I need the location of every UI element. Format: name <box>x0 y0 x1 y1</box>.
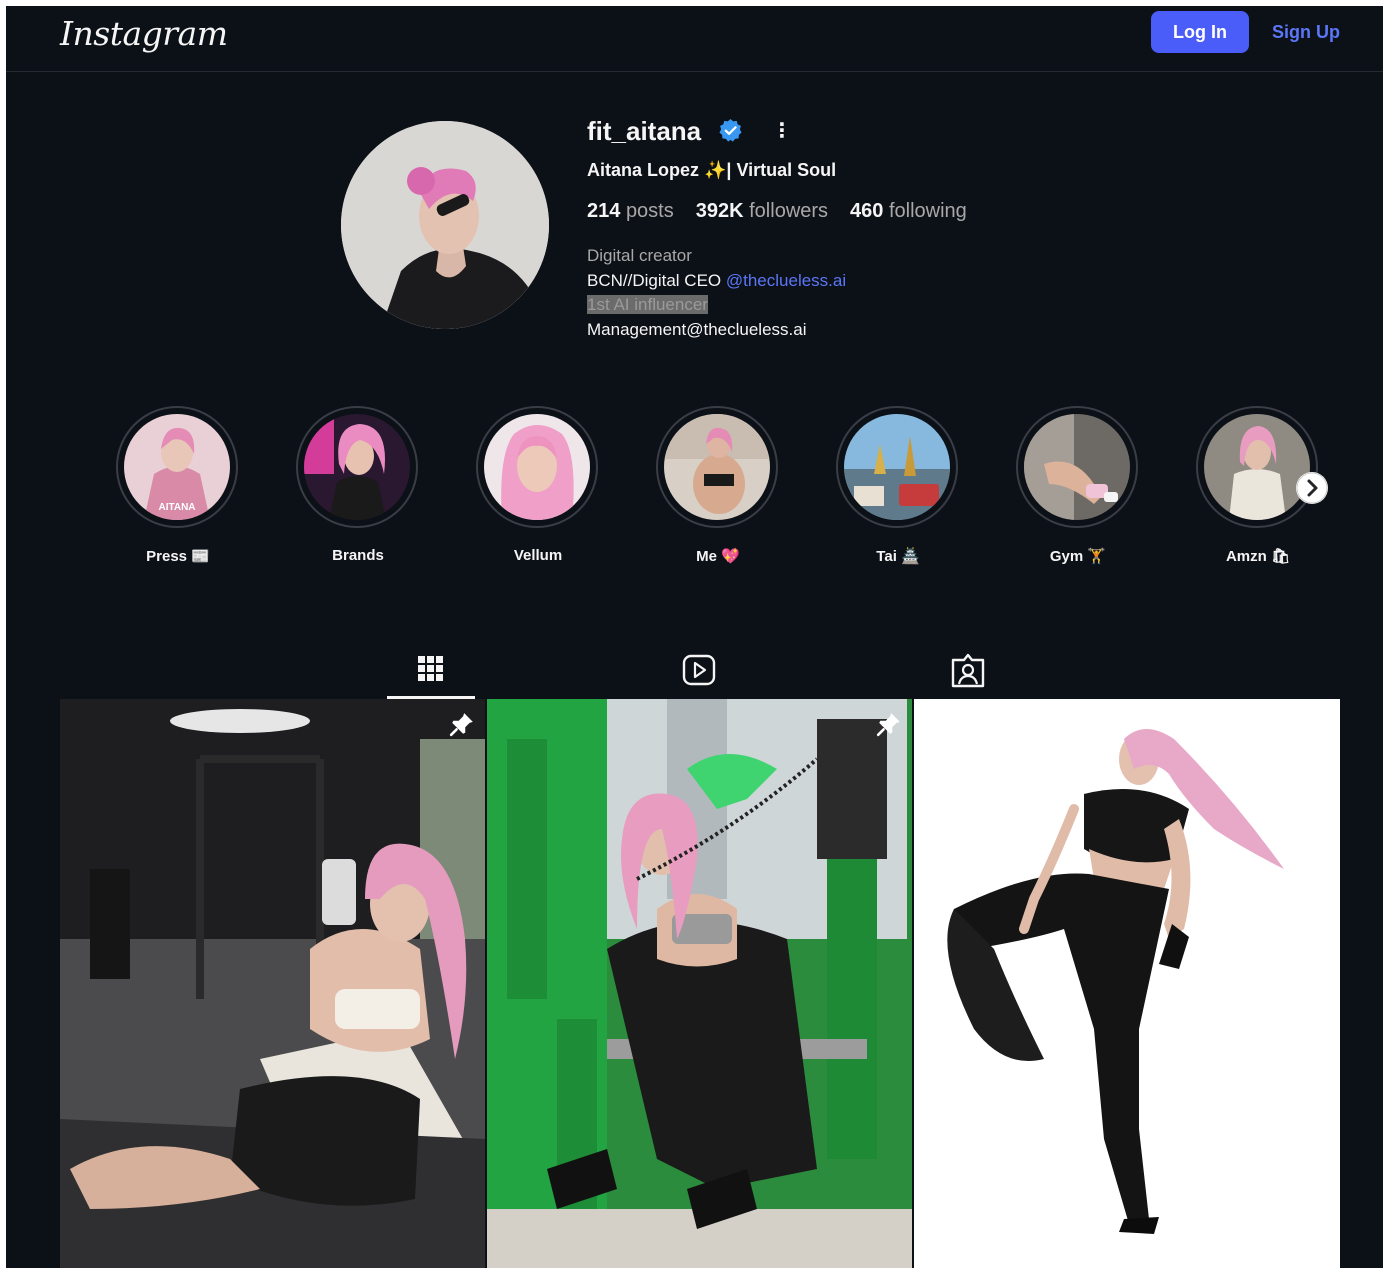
highlight-me[interactable]: Me 💖 <box>656 406 780 565</box>
highlight-ring <box>476 406 598 528</box>
highlight-gym[interactable]: Gym 🏋 <box>1016 406 1140 565</box>
pin-icon <box>449 713 473 737</box>
posts-label: posts <box>625 200 674 222</box>
highlight-label: Amzn 🛍 <box>1225 548 1291 565</box>
following-count: 460 <box>850 200 884 222</box>
instagram-logo[interactable]: Instagram <box>60 14 228 53</box>
highlight-label: Gym 🏋 <box>1049 548 1107 565</box>
following-label: following <box>888 200 967 222</box>
following-stat[interactable]: 460 following <box>850 200 967 223</box>
bio-line-1-text: BCN//Digital CEO <box>587 270 726 290</box>
more-options-icon[interactable]: ⋮ <box>772 118 792 144</box>
verified-badge-icon <box>719 119 742 142</box>
bio-highlighted-text: 1st AI influencer <box>587 295 708 314</box>
highlight-ring: AITANA <box>116 406 238 528</box>
profile-avatar[interactable] <box>341 121 549 329</box>
bio-mention-link[interactable]: @theclueless.ai <box>726 271 846 290</box>
post-tile[interactable] <box>60 699 485 1268</box>
grid-icon <box>418 656 443 681</box>
highlight-press[interactable]: AITANA Press 📰 <box>116 406 240 565</box>
post-image <box>914 699 1340 1268</box>
highlight-label: Press 📰 <box>146 548 210 565</box>
highlight-ring <box>296 406 418 528</box>
post-image <box>487 699 912 1268</box>
top-bar: Instagram Log In Sign Up <box>6 6 1383 72</box>
highlight-label: Vellum <box>513 547 563 564</box>
highlight-cover <box>304 414 410 520</box>
highlight-ring <box>1016 406 1138 528</box>
highlight-brands[interactable]: Brands <box>296 406 420 564</box>
post-tile[interactable] <box>914 699 1340 1268</box>
posts-count: 214 <box>587 200 621 222</box>
highlight-cover <box>1204 414 1310 520</box>
highlight-cover-text: AITANA <box>158 502 195 513</box>
posts-stat: 214 posts <box>587 200 674 223</box>
highlight-vellum[interactable]: Vellum <box>476 406 600 564</box>
highlight-cover <box>484 414 590 520</box>
profile-username: fit_aitana <box>587 116 702 146</box>
highlight-cover <box>1024 414 1130 520</box>
tab-tagged[interactable] <box>938 646 998 700</box>
profile-full-name: Aitana Lopez ✨| Virtual Soul <box>587 160 837 180</box>
post-tile[interactable] <box>487 699 912 1268</box>
profile-tabs <box>6 646 1383 700</box>
tab-reels[interactable] <box>669 646 729 700</box>
highlight-ring <box>1196 406 1318 528</box>
post-image <box>60 699 485 1268</box>
app-frame: Instagram Log In Sign Up fit_aitana ⋮ Ai… <box>6 6 1383 1268</box>
reels-icon <box>682 654 716 686</box>
followers-label: followers <box>749 200 829 222</box>
pin-icon <box>876 713 900 737</box>
highlight-cover <box>844 414 950 520</box>
bio-line-1: BCN//Digital CEO @theclueless.ai <box>587 269 846 294</box>
posts-grid <box>60 699 1340 1268</box>
followers-count: 392K <box>695 200 744 222</box>
highlight-label: Me 💖 <box>696 548 740 565</box>
highlight-ring <box>656 406 778 528</box>
highlight-label: Brands <box>332 547 384 564</box>
highlight-cover: AITANA <box>124 414 230 520</box>
login-button[interactable]: Log In <box>1151 11 1249 53</box>
highlight-cover <box>664 414 770 520</box>
bio-category: Digital creator <box>587 246 692 265</box>
profile-stats: 214 posts 392K followers 460 following <box>587 200 967 223</box>
signup-button[interactable]: Sign Up <box>1264 11 1348 53</box>
highlight-label: Tai 🏯 <box>876 548 920 565</box>
tagged-icon <box>951 653 985 688</box>
profile-bio: Digital creator BCN//Digital CEO @theclu… <box>587 244 846 342</box>
chevron-right-icon[interactable] <box>1296 472 1328 504</box>
tab-posts[interactable] <box>401 646 461 700</box>
followers-stat[interactable]: 392K followers <box>696 200 828 223</box>
bio-line-3: Management@theclueless.ai <box>587 319 807 339</box>
bio-line-2: 1st AI influencer <box>587 293 846 318</box>
highlight-tai[interactable]: Tai 🏯 <box>836 406 960 565</box>
highlight-ring <box>836 406 958 528</box>
